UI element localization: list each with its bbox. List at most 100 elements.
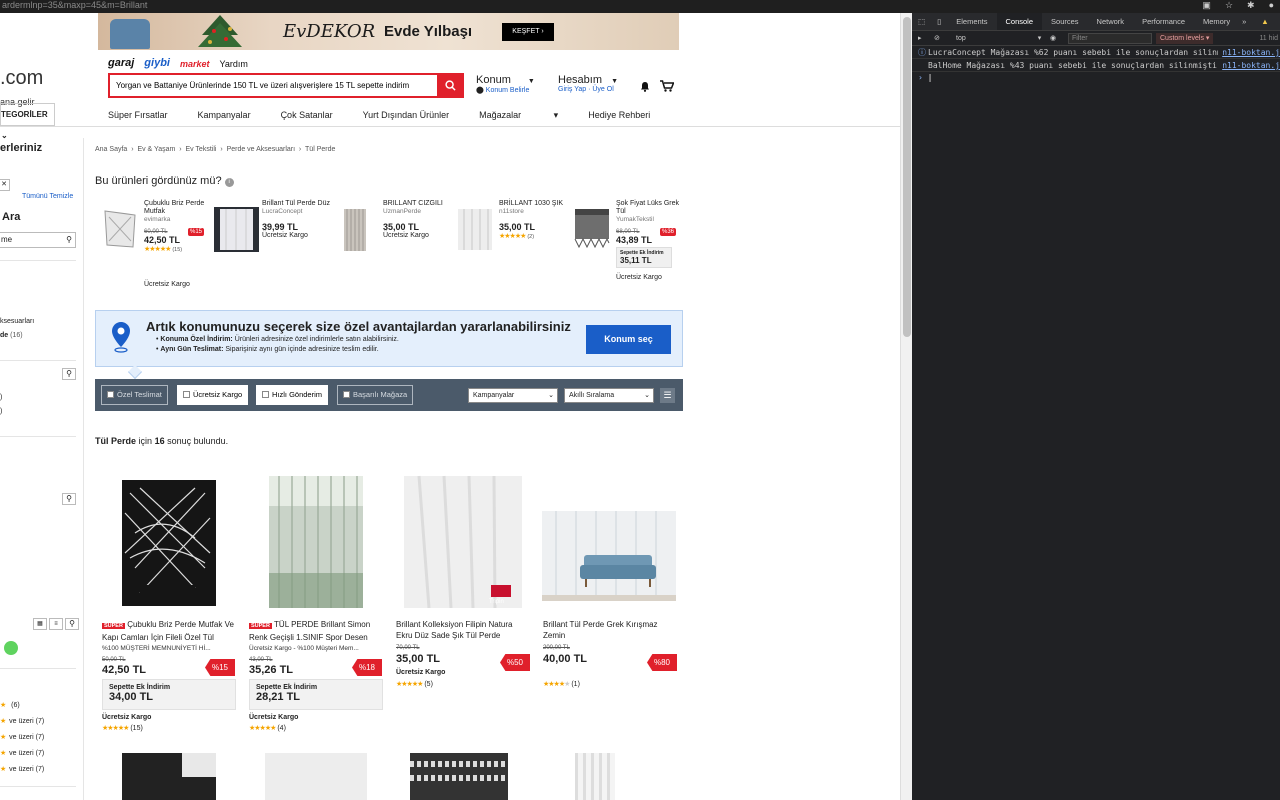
- search-icon: ⚲: [66, 235, 72, 244]
- tab-memory[interactable]: Memory: [1194, 13, 1239, 30]
- seen-product-store: LucraConcept: [262, 208, 303, 215]
- categories-button[interactable]: TEGORİLER ⌄: [0, 103, 55, 140]
- rating: ★★★★★ (15): [102, 725, 143, 732]
- web-page: EvDEKOR Evde Yılbaşı KEŞFET › .com ana g…: [0, 13, 900, 800]
- product-thumbnail: [101, 207, 139, 252]
- campaign-select[interactable]: Kampanyalar ⌄: [468, 388, 558, 403]
- tab-performance[interactable]: Performance: [1133, 13, 1194, 30]
- puzzle-icon[interactable]: ✱: [1247, 0, 1255, 11]
- context-select[interactable]: top ▾: [956, 32, 1041, 46]
- rating-row[interactable]: ★ ve üzeri (7): [0, 733, 44, 741]
- extension-icon[interactable]: ▣: [1202, 0, 1211, 11]
- device-toggle-icon[interactable]: ▯: [931, 13, 947, 30]
- rating-row[interactable]: ★ (6): [0, 701, 20, 709]
- nav-item-kampanyalar[interactable]: Kampanyalar: [198, 110, 251, 121]
- rating-row[interactable]: ★ ve üzeri (7): [0, 717, 44, 725]
- product-name[interactable]: SÜPER TÜL PERDE Brillant Simon Renk Geçi…: [249, 619, 381, 643]
- hamburger-menu-icon[interactable]: ☰: [660, 388, 675, 403]
- console-prompt[interactable]: › |: [918, 73, 932, 82]
- page-scrollbar[interactable]: [900, 13, 912, 800]
- sort-select[interactable]: Akıllı Sıralama ⌄: [564, 388, 654, 403]
- product-image: [404, 475, 522, 608]
- sidebar-toggle-icon[interactable]: ▸: [918, 32, 922, 46]
- nav-item-hediye-rehberi[interactable]: Hediye Rehberi: [588, 110, 650, 121]
- filter-chip-basarili-magaza[interactable]: Başarılı Mağaza: [337, 385, 414, 405]
- product-info: %100 MÜŞTERİ MEMNUNİYETİ Hİ...: [102, 645, 211, 652]
- log-levels-select[interactable]: Custom levels ▾: [1156, 33, 1214, 44]
- nav-item-yurt-disi[interactable]: Yurt Dışından Ürünler: [363, 110, 450, 121]
- promo-banner[interactable]: EvDEKOR Evde Yılbaşı KEŞFET ›: [0, 13, 900, 50]
- breadcrumb-item[interactable]: Perde ve Aksesuarları: [227, 146, 295, 153]
- filter-chip-ucretsiz-kargo[interactable]: Ücretsiz Kargo: [177, 385, 249, 405]
- clear-console-icon[interactable]: ⊘: [934, 32, 940, 46]
- site-logo[interactable]: .com: [0, 67, 43, 90]
- nav-item-super-firsatlar[interactable]: Süper Fırsatlar: [108, 110, 168, 121]
- seen-product-store: n11store: [499, 208, 524, 215]
- profile-icon[interactable]: ●: [1269, 0, 1274, 11]
- source-link[interactable]: n11-boktan.j: [1218, 60, 1280, 71]
- brand-garaj[interactable]: garaj: [108, 57, 134, 69]
- sidebar-search-input[interactable]: me ⚲: [0, 232, 76, 248]
- star-icon[interactable]: ☆: [1225, 0, 1233, 11]
- grid-view-icon[interactable]: ▦: [33, 618, 47, 630]
- breadcrumb-item[interactable]: Ana Sayfa: [95, 146, 127, 153]
- bell-icon[interactable]: [640, 81, 650, 92]
- more-tabs-icon[interactable]: »: [1239, 13, 1249, 30]
- remove-filter-x-icon[interactable]: ✕: [0, 179, 10, 191]
- product-name[interactable]: Brillant Kolleksiyon Filipin Natura Ekru…: [396, 619, 528, 641]
- help-link[interactable]: Yardım: [220, 57, 248, 69]
- location-menu[interactable]: Konum ▼ ⬤ Konum Belirle: [476, 74, 535, 94]
- banner-cta-button[interactable]: KEŞFET ›: [502, 23, 554, 41]
- info-icon[interactable]: i: [224, 178, 234, 187]
- brand-giybi[interactable]: giybi: [144, 57, 170, 69]
- clear-all-link[interactable]: Tümünü Temizle: [22, 193, 73, 200]
- color-swatch-green[interactable]: [4, 641, 18, 655]
- super-badge: SÜPER: [102, 623, 125, 629]
- rating-stars: ★★★★★: [396, 681, 423, 688]
- select-location-button[interactable]: Konum seç: [586, 325, 671, 354]
- search-icon[interactable]: ⚲: [62, 368, 76, 380]
- login-register-link[interactable]: Giriş Yap · Üye Ol: [558, 86, 618, 93]
- eye-icon[interactable]: ◉: [1050, 32, 1056, 46]
- discount-badge: %18: [352, 659, 382, 676]
- product-image[interactable]: [122, 753, 216, 800]
- image-caption: Tripin: [489, 599, 504, 605]
- discount-badge: %80: [647, 654, 677, 671]
- breadcrumb-item[interactable]: Tül Perde: [305, 146, 335, 153]
- search-button[interactable]: [437, 73, 464, 98]
- product-name[interactable]: SÜPER Çubuklu Briz Perde Mutfak Ve Kapı …: [102, 619, 234, 643]
- location-set-link[interactable]: Konum Belirle: [486, 87, 530, 94]
- tab-network[interactable]: Network: [1088, 13, 1134, 30]
- search-input[interactable]: Yorgan ve Battaniye Ürünlerinde 150 TL v…: [108, 73, 464, 98]
- sidebar-category[interactable]: ksesuarları: [0, 318, 34, 325]
- rating-row[interactable]: ★ ve üzeri (7): [0, 749, 44, 757]
- product-image[interactable]: [575, 753, 615, 800]
- nav-item-magazalar[interactable]: Mağazalar ▾: [479, 110, 558, 121]
- list-view-icon[interactable]: ≡: [49, 618, 63, 630]
- filter-chip-ozel-teslimat[interactable]: Özel Teslimat: [101, 385, 168, 405]
- tab-sources[interactable]: Sources: [1042, 13, 1088, 30]
- search-icon[interactable]: ⚲: [65, 618, 79, 630]
- breadcrumb-item[interactable]: Ev Tekstili: [185, 146, 216, 153]
- brand-market[interactable]: market: [180, 57, 210, 69]
- source-link[interactable]: n11-boktan.j: [1218, 47, 1280, 58]
- inspect-icon[interactable]: ⬚: [912, 13, 931, 30]
- cart-icon[interactable]: [660, 80, 674, 92]
- chevron-down-icon: ⌄: [548, 392, 554, 399]
- breadcrumb-item[interactable]: Ev & Yaşam: [137, 146, 175, 153]
- console-filter-input[interactable]: Filter: [1068, 33, 1152, 44]
- sidebar-category-active[interactable]: de (16): [0, 332, 23, 339]
- account-menu[interactable]: Hesabım ▼ Giriş Yap · Üye Ol: [558, 74, 618, 93]
- product-thumbnail: [573, 207, 611, 252]
- product-name[interactable]: Brillant Tül Perde Grek Kırışmaz Zemin: [543, 619, 675, 641]
- product-image[interactable]: [410, 753, 508, 800]
- tab-elements[interactable]: Elements: [947, 13, 996, 30]
- search-icon[interactable]: ⚲: [62, 493, 76, 505]
- nav-item-cok-satanlar[interactable]: Çok Satanlar: [281, 110, 333, 121]
- tab-console[interactable]: Console: [996, 13, 1043, 30]
- product-image[interactable]: [265, 753, 367, 800]
- filter-chip-hizli-gonderim[interactable]: Hızlı Gönderim: [256, 385, 329, 405]
- rating-row[interactable]: ★ ve üzeri (7): [0, 765, 44, 773]
- warning-count[interactable]: ▲6: [1249, 13, 1280, 30]
- rating-stars: ★★★★★: [249, 725, 276, 732]
